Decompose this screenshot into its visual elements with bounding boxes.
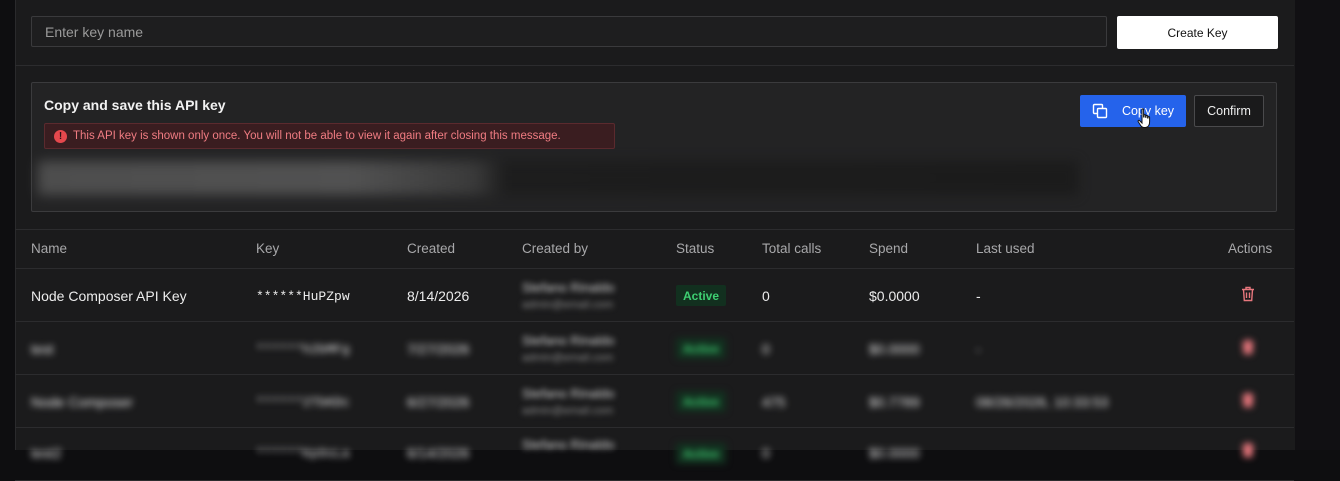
column-header-key: Key bbox=[256, 241, 280, 256]
key-masked: ******h2bMFg bbox=[256, 342, 350, 357]
trash-icon[interactable] bbox=[1241, 392, 1255, 408]
trash-icon[interactable] bbox=[1241, 339, 1255, 355]
confirm-button[interactable]: Confirm bbox=[1194, 95, 1264, 127]
table-row[interactable] bbox=[15, 428, 1294, 481]
trash-icon[interactable] bbox=[1241, 286, 1255, 302]
warning-text: This API key is shown only once. You wil… bbox=[73, 130, 561, 142]
total-calls: 0 bbox=[762, 288, 770, 304]
creator-name: Stefano Rinaldo bbox=[522, 333, 615, 348]
column-header-spend: Spend bbox=[869, 241, 909, 256]
save-key-title: Copy and save this API key bbox=[44, 97, 226, 113]
status-badge: Active bbox=[676, 443, 727, 464]
status-badge: Active bbox=[676, 338, 727, 359]
column-header-actions: Actions bbox=[1228, 241, 1273, 256]
create-key-button[interactable]: Create Key bbox=[1117, 16, 1278, 49]
column-header-name: Name bbox=[31, 241, 68, 256]
table-header-row bbox=[15, 229, 1294, 269]
api-key-value-redacted[interactable] bbox=[38, 161, 1078, 195]
key-name: Node Composer bbox=[31, 394, 133, 410]
creator-name: Stefano Rinaldo bbox=[522, 386, 615, 401]
copy-key-button[interactable]: Copy key bbox=[1080, 95, 1186, 127]
alert-circle-icon: ! bbox=[54, 129, 67, 143]
column-header-created-by: Created by bbox=[522, 241, 589, 256]
key-name: Node Composer API Key bbox=[31, 288, 187, 304]
column-header-status: Status bbox=[676, 241, 715, 256]
warning-banner: ! This API key is shown only once. You w… bbox=[44, 123, 615, 149]
spend: $0.0000 bbox=[869, 341, 920, 357]
last-used: - bbox=[976, 288, 981, 304]
total-calls: 475 bbox=[762, 394, 786, 410]
page-gutter bbox=[1295, 0, 1340, 450]
spend: $0.7789 bbox=[869, 394, 920, 410]
total-calls: 0 bbox=[762, 341, 770, 357]
spend: $0.0000 bbox=[869, 288, 920, 304]
created-date: 7/27/2026 bbox=[407, 341, 470, 357]
column-header-created: Created bbox=[407, 241, 456, 256]
status-badge: Active bbox=[676, 285, 727, 306]
creator-name: Stefano Rinaldo bbox=[522, 280, 615, 295]
created-date: 6/27/2026 bbox=[407, 394, 470, 410]
key-masked: ******2TbKDc bbox=[256, 395, 350, 410]
total-calls: 0 bbox=[762, 445, 770, 461]
spend: $0.0000 bbox=[869, 445, 920, 461]
status-badge: Active bbox=[676, 391, 727, 412]
key-masked: ******HuPZpw bbox=[256, 289, 350, 304]
table-row[interactable] bbox=[15, 322, 1294, 375]
column-header-total-calls: Total calls bbox=[762, 241, 822, 256]
key-name: test2 bbox=[31, 445, 62, 461]
table-row[interactable] bbox=[15, 269, 1294, 322]
creator-email: admin@email.com bbox=[522, 352, 614, 364]
key-name: test bbox=[31, 341, 54, 357]
created-date: 8/14/2026 bbox=[407, 288, 470, 304]
trash-icon[interactable] bbox=[1241, 442, 1255, 458]
last-used: 08/26/2026, 10:33:53 bbox=[976, 394, 1109, 410]
hand-cursor-icon bbox=[1137, 108, 1151, 128]
last-used: - bbox=[976, 341, 981, 357]
creator-email: admin@email.com bbox=[522, 405, 614, 417]
created-date: 6/14/2026 bbox=[407, 445, 470, 461]
copy-icon bbox=[1092, 103, 1108, 119]
divider bbox=[15, 65, 1294, 66]
key-name-input[interactable] bbox=[31, 16, 1107, 47]
creator-email: admin@email.com bbox=[522, 299, 614, 311]
column-header-last-used: Last used bbox=[976, 241, 1035, 256]
key-masked: ******Kp9sLa bbox=[256, 446, 350, 461]
